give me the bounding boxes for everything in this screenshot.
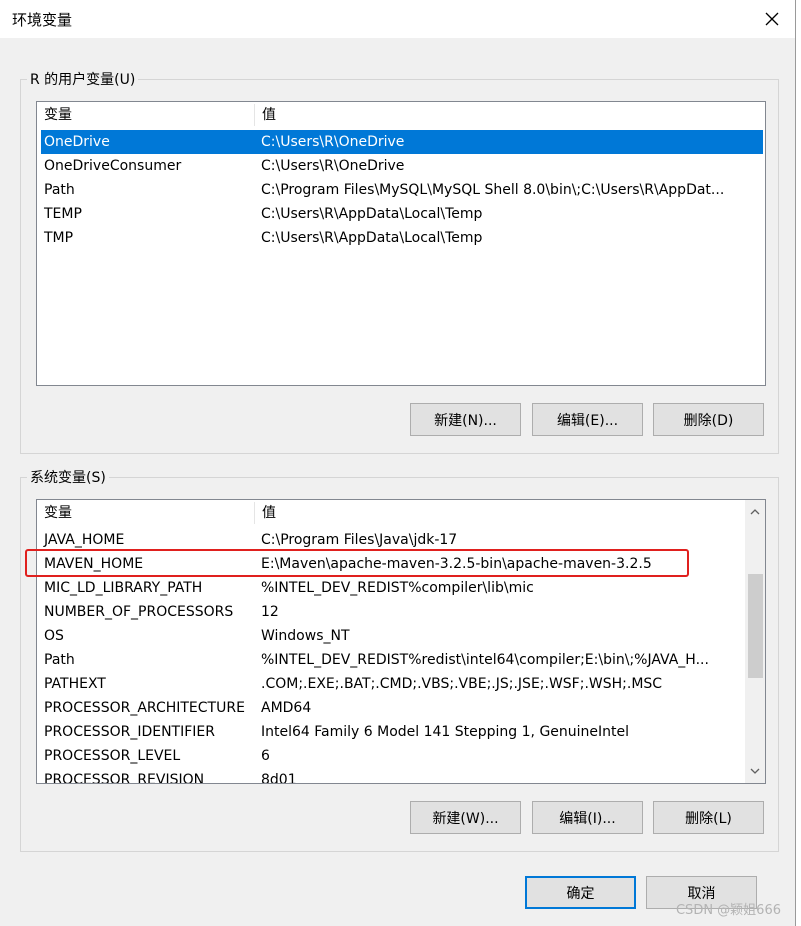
variable-value: C:\Users\R\OneDrive (261, 134, 405, 150)
table-row[interactable]: PROCESSOR_REVISION 8d01 (41, 768, 743, 784)
variable-name: Path (44, 652, 75, 668)
scroll-up-button[interactable] (745, 502, 765, 522)
variable-name: PROCESSOR_IDENTIFIER (44, 724, 215, 740)
variable-name: MAVEN_HOME (44, 556, 144, 572)
scroll-down-button[interactable] (745, 761, 765, 781)
background-edge (796, 0, 801, 926)
variable-name: NUMBER_OF_PROCESSORS (44, 604, 234, 620)
variable-name: PROCESSOR_LEVEL (44, 748, 181, 764)
variable-name: PROCESSOR_REVISION (44, 772, 205, 784)
user-edit-button[interactable]: 编辑(E)... (532, 403, 643, 436)
variable-value: C:\Users\R\AppData\Local\Temp (261, 206, 483, 222)
column-header-variable[interactable]: 变量 (37, 102, 254, 128)
table-row[interactable]: JAVA_HOME C:\Program Files\Java\jdk-17 (41, 528, 743, 552)
variable-value: Intel64 Family 6 Model 141 Stepping 1, G… (261, 724, 630, 740)
system-delete-button[interactable]: 删除(L) (653, 801, 764, 834)
title-bar: 环境变量 (0, 0, 795, 38)
variable-value: 6 (261, 748, 270, 764)
system-list-header: 变量 值 (37, 500, 745, 526)
variable-name: PROCESSOR_ARCHITECTURE (44, 700, 245, 716)
variable-value: C:\Users\R\OneDrive (261, 158, 405, 174)
table-row[interactable]: TMP C:\Users\R\AppData\Local\Temp (41, 226, 763, 250)
table-row[interactable]: TEMP C:\Users\R\AppData\Local\Temp (41, 202, 763, 226)
user-list-header: 变量 值 (37, 102, 765, 128)
system-list-scrollbar[interactable] (745, 500, 765, 783)
window-title: 环境变量 (12, 11, 73, 29)
table-row[interactable]: Path C:\Program Files\MySQL\MySQL Shell 8… (41, 178, 763, 202)
table-row[interactable]: PROCESSOR_LEVEL 6 (41, 744, 743, 768)
variable-name: OneDrive (44, 134, 110, 150)
variable-value: 8d01 (261, 772, 297, 784)
ok-button[interactable]: 确定 (525, 876, 636, 909)
system-variables-legend: 系统变量(S) (27, 467, 109, 487)
user-delete-button[interactable]: 删除(D) (653, 403, 764, 436)
table-row[interactable]: MAVEN_HOME E:\Maven\apache-maven-3.2.5-bi… (41, 552, 743, 576)
variable-value: Windows_NT (261, 628, 350, 644)
watermark: CSDN @颖姐666 (675, 903, 781, 918)
user-variables-legend: R 的用户变量(U) (27, 69, 139, 89)
table-row[interactable]: PROCESSOR_ARCHITECTURE AMD64 (41, 696, 743, 720)
table-row[interactable]: OneDrive C:\Users\R\OneDrive (41, 130, 763, 154)
variable-name: OS (44, 628, 64, 644)
variable-value: C:\Program Files\MySQL\MySQL Shell 8.0\b… (261, 182, 725, 198)
table-row[interactable]: Path %INTEL_DEV_REDIST%redist\intel64\com… (41, 648, 743, 672)
system-variables-list[interactable]: 变量 值 JAVA_HOME C:\Program Files\Java\jdk-… (36, 499, 766, 784)
close-button[interactable] (759, 6, 785, 32)
variable-name: JAVA_HOME (44, 532, 125, 548)
user-new-button[interactable]: 新建(N)... (410, 403, 521, 436)
variable-value: .COM;.EXE;.BAT;.CMD;.VBS;.VBE;.JS;.JSE;.… (261, 676, 663, 692)
variable-value: AMD64 (261, 700, 312, 716)
user-variables-list[interactable]: 变量 值 OneDrive C:\Users\R\OneDrive OneDrive… (36, 101, 766, 386)
variable-name: PATHEXT (44, 676, 106, 692)
table-row[interactable]: PATHEXT .COM;.EXE;.BAT;.CMD;.VBS;.VBE;.JS… (41, 672, 743, 696)
table-row[interactable]: MIC_LD_LIBRARY_PATH %INTEL_DEV_REDIST%com… (41, 576, 743, 600)
table-row[interactable]: OneDriveConsumer C:\Users\R\OneDrive (41, 154, 763, 178)
variable-value: C:\Users\R\AppData\Local\Temp (261, 230, 483, 246)
variable-value: %INTEL_DEV_REDIST%redist\intel64\compile… (261, 652, 709, 668)
variable-name: OneDriveConsumer (44, 158, 182, 174)
table-row[interactable]: PROCESSOR_IDENTIFIER Intel64 Family 6 Mod… (41, 720, 743, 744)
chevron-up-icon (750, 509, 760, 515)
scrollbar-thumb[interactable] (748, 574, 763, 678)
variable-value: %INTEL_DEV_REDIST%compiler\lib\mic (261, 580, 534, 596)
user-variables-group: R 的用户变量(U) 变量 值 OneDrive C:\Users\R\OneDr… (20, 69, 779, 454)
chevron-down-icon (750, 768, 760, 774)
variable-value: C:\Program Files\Java\jdk-17 (261, 532, 458, 548)
close-icon (765, 12, 779, 26)
environment-variables-dialog: 环境变量 R 的用户变量(U) 变量 值 OneDrive C:\Users\R\… (0, 0, 796, 926)
column-header-value[interactable]: 值 (255, 500, 745, 526)
system-new-button[interactable]: 新建(W)... (410, 801, 521, 834)
variable-value: E:\Maven\apache-maven-3.2.5-bin\apache-m… (261, 556, 652, 572)
variable-name: TMP (44, 230, 74, 246)
variable-name: TEMP (44, 206, 82, 222)
column-header-variable[interactable]: 变量 (37, 500, 254, 526)
variable-name: MIC_LD_LIBRARY_PATH (44, 580, 203, 596)
table-row[interactable]: OS Windows_NT (41, 624, 743, 648)
system-edit-button[interactable]: 编辑(I)... (532, 801, 643, 834)
variable-name: Path (44, 182, 75, 198)
column-header-value[interactable]: 值 (255, 102, 765, 128)
table-row[interactable]: NUMBER_OF_PROCESSORS 12 (41, 600, 743, 624)
variable-value: 12 (261, 604, 279, 620)
system-variables-group: 系统变量(S) 变量 值 JAVA_HOME C:\Program Files\J… (20, 467, 779, 852)
